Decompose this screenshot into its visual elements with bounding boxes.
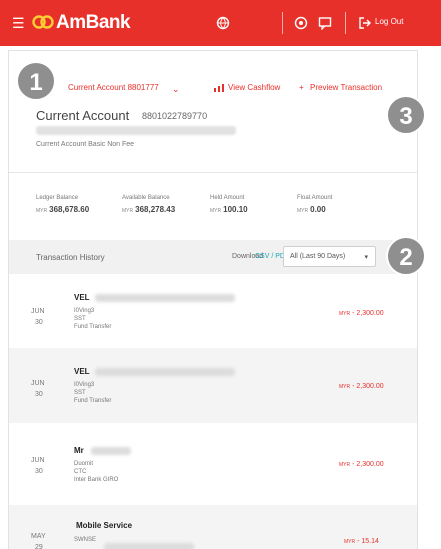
redacted-detail (104, 543, 194, 549)
redacted-payee (91, 447, 131, 455)
transaction-amount: MYR - 15.14 (344, 538, 379, 545)
transaction-detail: SST (74, 390, 86, 396)
transaction-title: VEL (74, 293, 90, 302)
balance-value: MYR 368,678.60 (36, 205, 90, 214)
transaction-amount: MYR - 2,300.00 (339, 383, 384, 390)
transaction-detail: I0Ving3 (74, 382, 95, 388)
message-icon[interactable] (318, 16, 332, 30)
chevron-down-icon[interactable]: ⌄ (172, 84, 180, 95)
transaction-title: Mobile Service (76, 521, 133, 530)
caret-down-icon: ▾ (364, 254, 368, 261)
transaction-month: MAY (31, 533, 46, 540)
top-navigation-bar: ☰ AmBank Log Out (0, 0, 441, 46)
annotation-badge-2: 2 (386, 236, 426, 276)
balance-label: Available Balance (122, 195, 170, 201)
transaction-detail: CTC (74, 469, 87, 475)
filter-value: All (Last 90 Days) (290, 253, 346, 260)
account-name: Current Account (36, 108, 130, 123)
transaction-row[interactable]: JUN 30 VEL I0Ving3 SST Fund Transfer MYR… (9, 348, 417, 423)
preview-transaction-link[interactable]: Preview Transaction (310, 83, 382, 92)
transaction-day: 30 (35, 319, 43, 326)
redacted-payee (95, 294, 235, 302)
redacted-account-holder (36, 126, 236, 135)
chart-icon (214, 84, 224, 92)
transaction-type: Inter Bank GIRO (74, 477, 119, 483)
menu-icon[interactable]: ☰ (12, 16, 25, 30)
balance-value: MYR 0.00 (297, 205, 326, 214)
date-range-filter[interactable]: All (Last 90 Days) ▾ (283, 246, 376, 267)
account-number: 8801022789770 (142, 111, 208, 121)
transaction-month: JUN (31, 380, 45, 387)
view-cashflow-link[interactable]: View Cashflow (228, 83, 280, 92)
transaction-row[interactable]: JUN 30 VEL I0Ving3 SST Fund Transfer MYR… (9, 274, 417, 348)
globe-icon[interactable] (216, 16, 230, 30)
help-icon[interactable] (294, 16, 308, 30)
transaction-detail: I0Ving3 (74, 308, 95, 314)
balance-value: MYR 100.10 (210, 205, 248, 214)
transaction-day: 30 (35, 468, 43, 475)
transaction-row[interactable]: MAY 29 Mobile Service SWNSE MYR - 15.14 (9, 505, 417, 549)
transaction-detail: SST (74, 316, 86, 322)
transaction-month: JUN (31, 308, 45, 315)
account-selector[interactable]: Current Account 8801777 (68, 83, 159, 92)
topbar-divider (282, 12, 283, 34)
annotation-badge-1: 1 (16, 61, 56, 101)
balance-label: Ledger Balance (36, 195, 79, 201)
held-amount: Held Amount MYR 100.10 (210, 195, 248, 214)
balance-value: MYR 368,278.43 (122, 205, 176, 214)
brand-name: AmBank (56, 12, 131, 33)
transaction-type: Fund Transfer (74, 398, 112, 404)
logout-icon[interactable] (358, 16, 372, 30)
transaction-history-title: Transaction History (36, 253, 105, 262)
balance-label: Held Amount (210, 195, 245, 201)
plus-icon: + (299, 83, 304, 92)
transaction-title: Mr (74, 446, 84, 455)
transaction-type: Fund Transfer (74, 324, 112, 330)
ambank-logo-icon (32, 15, 54, 29)
balance-label: Float Amount (297, 195, 333, 201)
available-balance: Available Balance MYR 368,278.43 (122, 195, 175, 214)
transaction-amount: MYR - 2,300.00 (339, 310, 384, 317)
transaction-detail: SWNSE (74, 537, 97, 543)
transaction-day: 29 (35, 544, 43, 549)
transaction-detail: Duomit (74, 461, 94, 467)
transaction-amount: MYR - 2,300.00 (339, 461, 384, 468)
redacted-payee (95, 368, 235, 376)
transaction-title: VEL (74, 367, 90, 376)
account-type: Current Account Basic Non Fee (36, 141, 135, 148)
float-amount: Float Amount MYR 0.00 (297, 195, 332, 214)
transaction-month: JUN (31, 457, 45, 464)
annotation-badge-3: 3 (386, 95, 426, 135)
logout-button[interactable]: Log Out (375, 17, 403, 26)
topbar-divider (345, 12, 346, 34)
transaction-row[interactable]: JUN 30 Mr Duomit CTC Inter Bank GIRO MYR… (9, 423, 417, 505)
section-divider (9, 172, 417, 173)
transaction-day: 30 (35, 391, 43, 398)
ledger-balance: Ledger Balance MYR 368,678.60 (36, 195, 89, 214)
